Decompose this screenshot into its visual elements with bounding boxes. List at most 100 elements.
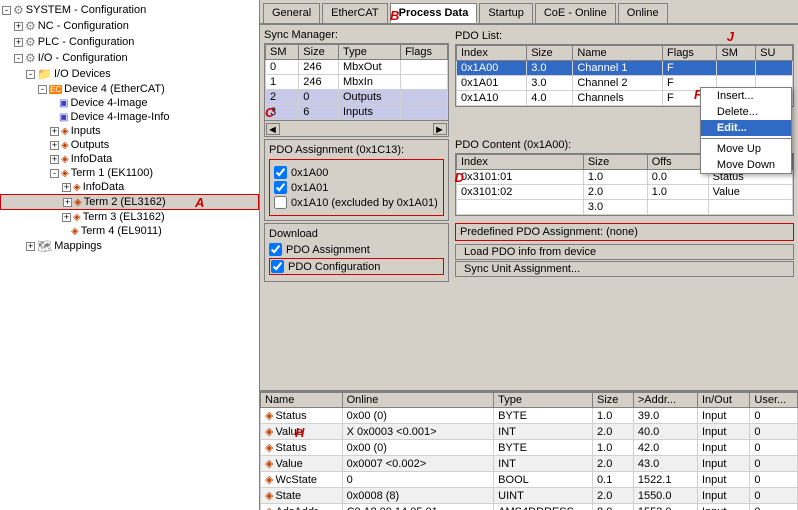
context-menu-delete[interactable]: Delete... <box>701 104 791 120</box>
tree-item-nc[interactable]: + ⚙ NC - Configuration <box>0 18 259 34</box>
pdo-assign-item-0: 0x1A00 <box>274 166 439 179</box>
bt-row-1[interactable]: ◈Value X 0x0003 <0.001> INT 2.0 40.0 Inp… <box>261 424 798 440</box>
expand-io[interactable]: - <box>14 54 23 63</box>
bt-row-2[interactable]: ◈Status 0x00 (0) BYTE 1.0 42.0 Input 0 <box>261 440 798 456</box>
tree-label-device4: Device 4 (EtherCAT) <box>64 83 165 95</box>
tree-panel: - ⚙ SYSTEM - Configuration + ⚙ NC - Conf… <box>0 0 260 510</box>
tree-item-mappings[interactable]: + 🗺 Mappings <box>0 238 259 254</box>
tree-item-term3[interactable]: + ◈ Term 3 (EL3162) <box>0 210 259 224</box>
tab-content-process-data: Sync Manager: SM Size Type Flags <box>260 25 798 390</box>
pdo-row-0[interactable]: 0x1A00 3.0 Channel 1 F <box>457 61 793 76</box>
gear-icon-plc: ⚙ <box>25 35 36 49</box>
expand-term1-infodata[interactable]: + <box>62 183 71 192</box>
context-menu-move-down[interactable]: Move Down <box>701 157 791 173</box>
pdo-col-su: SU <box>756 46 793 61</box>
tree-item-term1-infodata[interactable]: + ◈ InfoData <box>0 180 259 194</box>
bt-addr-3: 43.0 <box>633 456 697 472</box>
tree-item-term2[interactable]: + ◈ Term 2 (EL3162) <box>0 194 259 210</box>
pdo-name-0: Channel 1 <box>573 61 663 76</box>
pdo-index-2: 0x1A10 <box>457 91 527 106</box>
tree-label-term1: Term 1 (EK1100) <box>71 167 153 179</box>
context-menu: Insert... Delete... Edit... Move Up Move… <box>700 87 792 174</box>
sm-row-1[interactable]: 1 246 MbxIn <box>266 75 448 90</box>
pdo-assign-check-2[interactable] <box>274 196 287 209</box>
sm-row-0[interactable]: 0 246 MbxOut <box>266 60 448 75</box>
download-pdo-assignment: PDO Assignment <box>269 243 444 256</box>
bt-col-addr: >Addr... <box>633 393 697 408</box>
pdo-assign-label-0: 0x1A00 <box>291 167 328 179</box>
predefined-box: Predefined PDO Assignment: (none) <box>455 223 794 241</box>
context-menu-insert[interactable]: Insert... <box>701 88 791 104</box>
sm-scrollbar[interactable]: ◄ ► <box>264 121 449 137</box>
tree-item-system[interactable]: - ⚙ SYSTEM - Configuration <box>0 2 259 18</box>
pdo-content-row-1[interactable]: 0x3101:02 2.0 1.0 Value <box>457 185 793 200</box>
tree-item-device4[interactable]: - EC Device 4 (EtherCAT) <box>0 82 259 96</box>
term3-icon: ◈ <box>73 212 81 223</box>
pdo-assignment-inner: 0x1A00 0x1A01 0x1A10 (excluded by 0x1A01… <box>269 159 444 216</box>
expand-plc[interactable]: + <box>14 38 23 47</box>
tab-general[interactable]: General <box>263 3 320 23</box>
bt-name-6: ◈AdsAddr <box>261 504 343 510</box>
pdo-content-row-2[interactable]: 3.0 <box>457 200 793 215</box>
expand-term1[interactable]: - <box>50 169 59 178</box>
tab-process-data[interactable]: Process Data <box>390 3 478 23</box>
col-type: Type <box>339 45 401 60</box>
expand-system[interactable]: - <box>2 6 11 15</box>
load-pdo-button[interactable]: Load PDO info from device <box>455 244 794 260</box>
tab-online[interactable]: Online <box>618 3 668 23</box>
pdo-index-1: 0x1A01 <box>457 76 527 91</box>
sync-manager-label: Sync Manager: <box>264 29 449 41</box>
download-pdo-config-check[interactable] <box>271 260 284 273</box>
tree-container: - ⚙ SYSTEM - Configuration + ⚙ NC - Conf… <box>0 0 259 510</box>
tree-item-term4[interactable]: ◈ Term 4 (EL9011) <box>0 224 259 238</box>
sm-size-2: 0 <box>299 90 339 105</box>
tab-ethercat[interactable]: EtherCAT <box>322 3 387 23</box>
pdo-assign-check-1[interactable] <box>274 181 287 194</box>
bt-row-4[interactable]: ◈WcState 0 BOOL 0.1 1522.1 Input 0 <box>261 472 798 488</box>
wcstate-icon: ◈ <box>265 474 273 486</box>
pdo-assign-check-0[interactable] <box>274 166 287 179</box>
sync-unit-button[interactable]: Sync Unit Assignment... <box>455 261 794 277</box>
expand-outputs[interactable]: + <box>50 141 59 150</box>
tree-item-outputs[interactable]: + ◈ Outputs <box>0 138 259 152</box>
tab-startup[interactable]: Startup <box>479 3 532 23</box>
tree-item-device4-image[interactable]: ▣ Device 4-Image <box>0 96 259 110</box>
sm-row-3[interactable]: 3 6 Inputs <box>266 105 448 120</box>
expand-inputs[interactable]: + <box>50 127 59 136</box>
bt-row-0[interactable]: ◈Status 0x00 (0) BYTE 1.0 39.0 Input 0 <box>261 408 798 424</box>
expand-nc[interactable]: + <box>14 22 23 31</box>
download-pdo-assignment-label: PDO Assignment <box>286 244 370 256</box>
pdc-name-2 <box>708 200 792 215</box>
tree-item-device4-image-info[interactable]: ▣ Device 4-Image-Info <box>0 110 259 124</box>
expand-device4[interactable]: - <box>38 85 47 94</box>
tab-coe-online[interactable]: CoE - Online <box>535 3 616 23</box>
expand-io-devices[interactable]: - <box>26 70 35 79</box>
context-menu-move-up[interactable]: Move Up <box>701 141 791 157</box>
tree-item-io-devices[interactable]: - 📁 I/O Devices <box>0 66 259 82</box>
tree-label-io: I/O - Configuration <box>38 52 128 64</box>
bt-row-5[interactable]: ◈State 0x0008 (8) UINT 2.0 1550.0 Input … <box>261 488 798 504</box>
bt-row-6[interactable]: ◈AdsAddr C0 A8 00 14 05 01 ... AMS4DDRES… <box>261 504 798 510</box>
bt-row-3[interactable]: ◈Value 0x0007 <0.002> INT 2.0 43.0 Input… <box>261 456 798 472</box>
sm-row-2[interactable]: 2 0 Outputs <box>266 90 448 105</box>
tree-item-term1[interactable]: - ◈ Term 1 (EK1100) <box>0 166 259 180</box>
context-menu-edit[interactable]: Edit... <box>701 120 791 136</box>
pdo-col-name: Name <box>573 46 663 61</box>
sm-246-0: 246 <box>299 60 339 75</box>
download-pdo-assignment-check[interactable] <box>269 243 282 256</box>
input-icon: ◈ <box>61 126 69 137</box>
scroll-left-btn[interactable]: ◄ <box>266 123 280 135</box>
sm-1: 1 <box>266 75 299 90</box>
scroll-right-btn[interactable]: ► <box>433 123 447 135</box>
bt-name-1: ◈Value <box>261 424 343 440</box>
tree-item-plc[interactable]: + ⚙ PLC - Configuration <box>0 34 259 50</box>
tree-item-inputs[interactable]: + ◈ Inputs <box>0 124 259 138</box>
expand-term2[interactable]: + <box>63 198 72 207</box>
tree-item-io[interactable]: - ⚙ I/O - Configuration <box>0 50 259 66</box>
expand-infodata[interactable]: + <box>50 155 59 164</box>
expand-mappings[interactable]: + <box>26 242 35 251</box>
scroll-track <box>280 123 433 135</box>
bt-col-name: Name <box>261 393 343 408</box>
tree-item-infodata[interactable]: + ◈ InfoData <box>0 152 259 166</box>
expand-term3[interactable]: + <box>62 213 71 222</box>
